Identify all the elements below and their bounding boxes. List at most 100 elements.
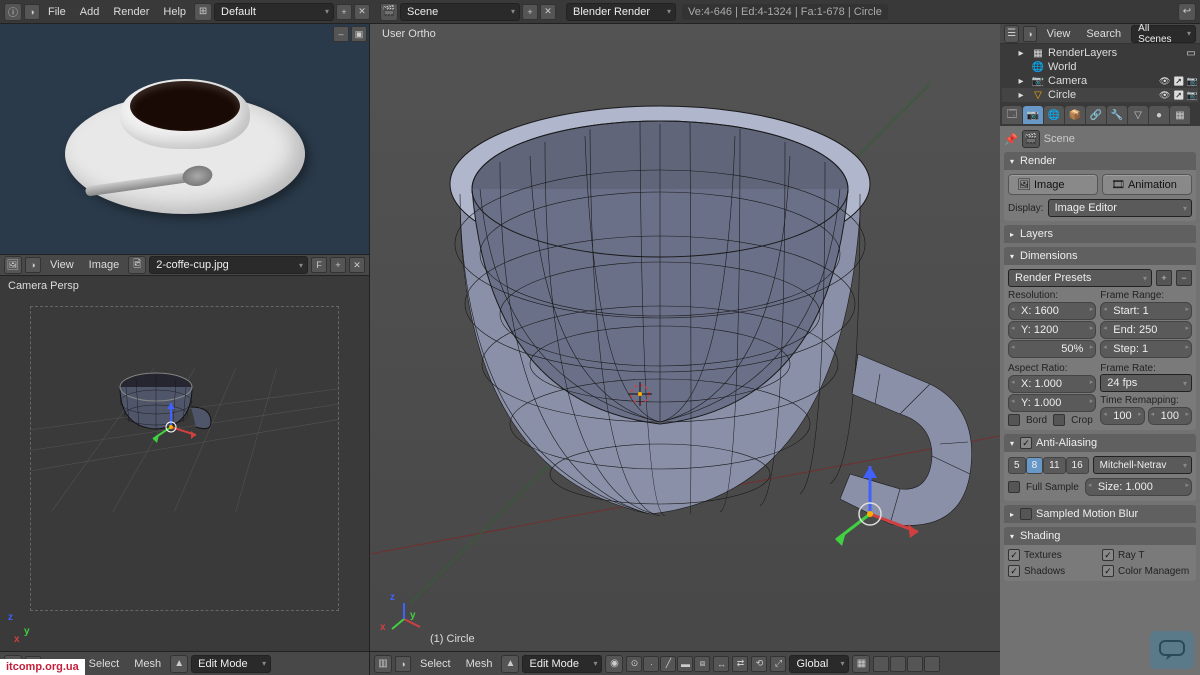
scene-add-icon[interactable]: +: [522, 4, 538, 20]
chat-widget-icon[interactable]: [1150, 631, 1194, 669]
layout-add-icon[interactable]: +: [336, 4, 352, 20]
manipulator-toggle-icon[interactable]: ↔: [713, 656, 729, 672]
aa-filter-dropdown[interactable]: Mitchell-Netrav: [1093, 456, 1192, 474]
panel-motionblur-header[interactable]: Sampled Motion Blur: [1004, 505, 1196, 523]
layout-dropdown[interactable]: Default: [214, 3, 334, 21]
panel-dimensions-header[interactable]: Dimensions: [1004, 247, 1196, 265]
tab-world[interactable]: 🌐: [1044, 106, 1064, 124]
tab-texture[interactable]: ▦: [1170, 106, 1190, 124]
fps-dropdown[interactable]: 24 fps: [1100, 374, 1192, 392]
full-sample-checkbox[interactable]: [1008, 481, 1020, 493]
view3d-menu-mesh[interactable]: Mesh: [128, 656, 167, 672]
image-menu-view[interactable]: View: [44, 257, 80, 273]
layer-button[interactable]: [907, 656, 923, 672]
frame-end-field[interactable]: End: 250: [1100, 321, 1192, 339]
tab-scene[interactable]: 📷: [1023, 106, 1043, 124]
sel-edge-icon[interactable]: ╱: [660, 656, 676, 672]
layer-button[interactable]: [890, 656, 906, 672]
blur-enable-checkbox[interactable]: [1020, 508, 1032, 520]
image-browse-icon[interactable]: 🖻: [128, 256, 146, 274]
aa-16-button[interactable]: 16: [1066, 457, 1089, 474]
resolution-y-field[interactable]: Y: 1200: [1008, 321, 1096, 339]
view3d-menu-select[interactable]: Select: [83, 656, 126, 672]
outliner-item-renderlayers[interactable]: ▸▦RenderLayers▭: [1002, 46, 1198, 60]
shading-icon[interactable]: ◉: [605, 655, 623, 673]
render-image-button[interactable]: 🖼Image: [1008, 174, 1098, 195]
layer-button[interactable]: [873, 656, 889, 672]
resolution-x-field[interactable]: X: 1600: [1008, 302, 1096, 320]
layout-del-icon[interactable]: ✕: [354, 4, 370, 20]
preset-del-icon[interactable]: −: [1176, 270, 1192, 286]
outliner-menu-search[interactable]: Search: [1080, 26, 1127, 42]
collapse-menus-icon[interactable]: ◑: [25, 257, 41, 273]
panel-layers-header[interactable]: Layers: [1004, 225, 1196, 243]
collapse-menus-icon[interactable]: ◑: [395, 656, 411, 672]
outliner-item-circle[interactable]: ▸▽Circle👁 ↗ 📷: [1002, 88, 1198, 102]
image-editor-type-icon[interactable]: 🖼: [4, 256, 22, 274]
preset-add-icon[interactable]: +: [1156, 270, 1172, 286]
image-add-icon[interactable]: +: [330, 257, 346, 273]
limit-sel-icon[interactable]: ⧈: [694, 656, 710, 672]
tab-constraints[interactable]: 🔗: [1086, 106, 1106, 124]
aa-8-button[interactable]: 8: [1026, 457, 1044, 474]
aa-enable-checkbox[interactable]: [1020, 437, 1032, 449]
manipulator-gizmo[interactable]: [810, 454, 930, 574]
render-engine-dropdown[interactable]: Blender Render: [566, 3, 676, 21]
display-dropdown[interactable]: Image Editor: [1048, 199, 1192, 217]
remap-new-field[interactable]: 100: [1148, 407, 1192, 425]
back-to-previous-icon[interactable]: ↩: [1178, 3, 1196, 21]
raytracing-checkbox[interactable]: [1102, 549, 1114, 561]
outliner-item-world[interactable]: 🌐World: [1002, 60, 1198, 74]
outliner-filter-dropdown[interactable]: All Scenes: [1131, 25, 1196, 43]
pin-icon[interactable]: 📌: [1004, 133, 1018, 146]
remap-old-field[interactable]: 100: [1100, 407, 1144, 425]
properties-panel[interactable]: 📌 🎬 Scene Render 🖼Image 🎞Animation Displ…: [1000, 126, 1200, 675]
scene-dropdown[interactable]: Scene: [400, 3, 520, 21]
aa-11-button[interactable]: 11: [1043, 457, 1065, 474]
tab-data[interactable]: ▽: [1128, 106, 1148, 124]
layers-icon[interactable]: ▦: [852, 655, 870, 673]
panel-render-header[interactable]: Render: [1004, 152, 1196, 170]
screen-layout-icon[interactable]: ⊞: [194, 3, 212, 21]
mini-manipulator[interactable]: [141, 397, 201, 457]
collapse-menus-icon[interactable]: ◑: [24, 4, 40, 20]
scene-del-icon[interactable]: ✕: [540, 4, 556, 20]
aa-size-field[interactable]: Size: 1.000: [1085, 478, 1192, 496]
image-unlink-icon[interactable]: ✕: [349, 257, 365, 273]
outliner-editor-icon[interactable]: ☰: [1004, 25, 1019, 43]
info-editor-icon[interactable]: ⓘ: [4, 3, 22, 21]
mode-dropdown[interactable]: Edit Mode: [191, 655, 271, 673]
outliner-tree[interactable]: ▸▦RenderLayers▭ 🌐World ▸📷Camera👁 ↗ 📷 ▸▽C…: [1000, 44, 1200, 104]
collapse-menus-icon[interactable]: ◑: [1023, 26, 1037, 42]
render-presets-dropdown[interactable]: Render Presets: [1008, 269, 1152, 287]
orientation-dropdown[interactable]: Global: [789, 655, 849, 673]
frame-step-field[interactable]: Step: 1: [1100, 340, 1192, 358]
tab-modifiers[interactable]: 🔧: [1107, 106, 1127, 124]
tab-object[interactable]: 📦: [1065, 106, 1085, 124]
manip-translate-icon[interactable]: ⇄: [732, 656, 748, 672]
expand-icon[interactable]: ▣: [351, 26, 367, 42]
fake-user-button[interactable]: F: [311, 257, 327, 273]
outliner-item-camera[interactable]: ▸📷Camera👁 ↗ 📷: [1002, 74, 1198, 88]
main-3d-viewport[interactable]: User Ortho: [370, 24, 1000, 675]
frame-start-field[interactable]: Start: 1: [1100, 302, 1192, 320]
image-menu-image[interactable]: Image: [83, 257, 126, 273]
editor-type-icon[interactable]: ▥: [374, 655, 392, 673]
sel-face-icon[interactable]: ▬: [677, 656, 693, 672]
collapse-icon[interactable]: –: [333, 26, 349, 42]
menu-help[interactable]: Help: [157, 4, 192, 20]
tab-render[interactable]: 🗔: [1002, 106, 1022, 124]
aspect-x-field[interactable]: X: 1.000: [1008, 375, 1096, 393]
pivot-icon[interactable]: ⊙: [626, 656, 642, 672]
resolution-pct-field[interactable]: 50%: [1008, 340, 1096, 358]
border-checkbox[interactable]: [1008, 414, 1020, 426]
manip-scale-icon[interactable]: ⤢: [770, 656, 786, 672]
textures-checkbox[interactable]: [1008, 549, 1020, 561]
main-mode-dropdown[interactable]: Edit Mode: [522, 655, 602, 673]
scene-icon[interactable]: 🎬: [380, 3, 398, 21]
view3d-menu-select[interactable]: Select: [414, 656, 457, 672]
tab-material[interactable]: ●: [1149, 106, 1169, 124]
menu-add[interactable]: Add: [74, 4, 106, 20]
layer-button[interactable]: [924, 656, 940, 672]
menu-file[interactable]: File: [42, 4, 72, 20]
